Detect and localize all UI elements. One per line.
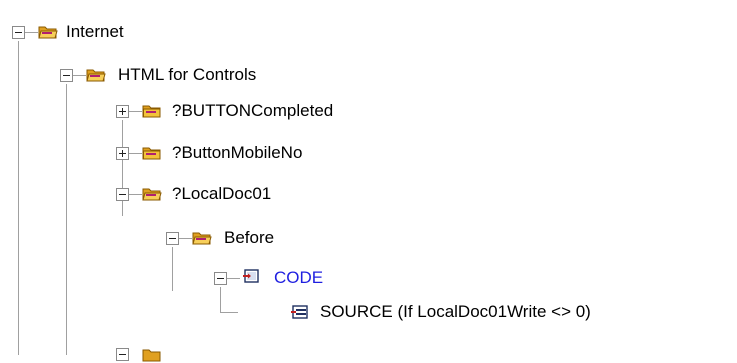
tree-connector <box>128 153 142 154</box>
tree-connector <box>72 75 86 76</box>
folder-closed-icon <box>142 105 161 118</box>
code-block-icon <box>243 269 259 283</box>
tree-node-label: Internet <box>66 22 124 41</box>
expand-toggle[interactable] <box>116 105 129 118</box>
tree-node-label: HTML for Controls <box>118 65 257 84</box>
tree-connector <box>178 238 192 239</box>
tree-node-label: ?BUTTONCompleted <box>172 101 334 120</box>
collapse-toggle[interactable] <box>12 26 25 39</box>
tree-node-label: SOURCE (If LocalDoc01Write <> 0) <box>320 302 591 321</box>
tree-connector <box>172 247 173 291</box>
tree-connector <box>226 278 240 279</box>
collapse-toggle[interactable] <box>214 272 227 285</box>
tree-node-label: ?LocalDoc01 <box>172 184 272 203</box>
tree-connector <box>18 41 19 355</box>
folder-open-icon <box>142 188 162 201</box>
tree-connector <box>220 287 221 312</box>
tree-node-label: CODE <box>274 268 324 287</box>
tree-connector <box>66 84 67 355</box>
folder-open-icon <box>192 232 212 245</box>
folder-closed-icon <box>142 147 161 160</box>
tree-connector <box>122 120 123 216</box>
folder-open-icon <box>142 349 161 362</box>
collapse-toggle[interactable] <box>116 188 129 201</box>
tree-connector <box>128 111 142 112</box>
folder-open-icon <box>38 26 58 39</box>
expand-toggle[interactable] <box>116 147 129 160</box>
source-line-icon <box>291 305 308 319</box>
tree-connector <box>128 194 142 195</box>
collapse-toggle[interactable] <box>166 232 179 245</box>
folder-open-icon <box>86 69 106 82</box>
tree-node-label: ?ButtonMobileNo <box>172 143 303 162</box>
collapse-toggle[interactable] <box>60 69 73 82</box>
tree-node-label: Before <box>224 228 275 247</box>
tree-view: Internet HTML for Controls ?BUTTONComple… <box>0 0 737 362</box>
tree-connector <box>220 312 238 313</box>
tree-connector <box>24 32 38 33</box>
